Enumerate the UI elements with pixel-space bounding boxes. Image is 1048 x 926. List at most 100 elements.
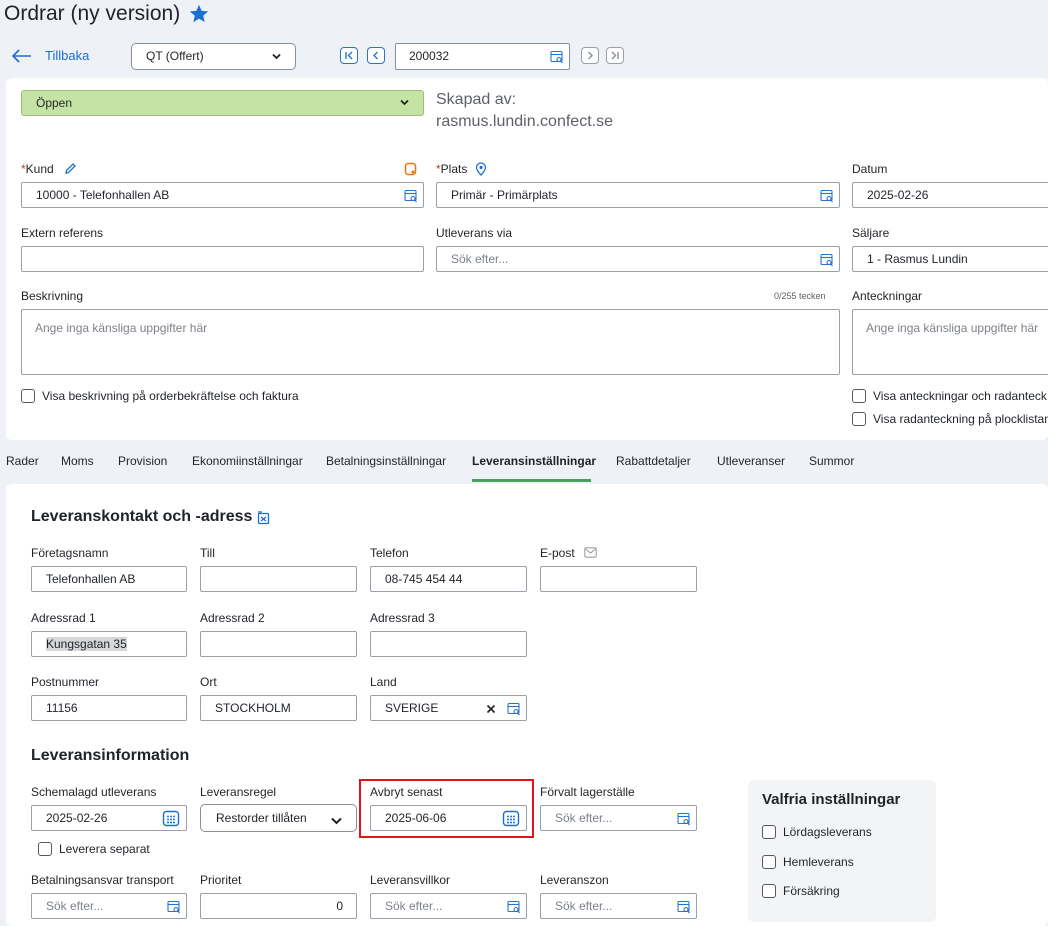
zip-field[interactable]: 11156 (31, 695, 187, 721)
scheduled-label: Schemalagd utleverans (31, 785, 157, 799)
optional-heading: Valfria inställningar (762, 791, 901, 808)
show-description-checkbox[interactable] (21, 389, 35, 403)
delivery-rule-select[interactable]: Restorder tillåten (200, 804, 357, 832)
phone-field[interactable]: 08-745 454 44 (370, 566, 527, 592)
customer-label: *Kund (21, 162, 54, 176)
company-label: Företagsnamn (31, 546, 109, 560)
first-record-button[interactable] (340, 47, 358, 64)
customer-field[interactable]: 10000 - Telefonhallen AB (21, 182, 424, 208)
lookup-icon[interactable] (820, 253, 834, 267)
show-linenote-checkbox[interactable] (852, 412, 866, 426)
to-field[interactable] (200, 566, 357, 592)
chevron-down-icon (400, 99, 409, 106)
transport-label: Betalningsansvar transport (31, 873, 174, 887)
status-value: Öppen (36, 96, 73, 110)
date-field[interactable]: 2025-02-26 (852, 182, 1048, 208)
created-by: Skapad av: rasmus.lundin.confect.se (436, 89, 613, 133)
shipvia-placeholder: Sök efter... (451, 252, 509, 266)
country-label: Land (370, 675, 397, 689)
show-notes-checkbox[interactable] (852, 389, 866, 403)
zone-label: Leveranszon (540, 873, 609, 887)
back-link[interactable]: Tillbaka (45, 48, 89, 63)
addr3-label: Adressrad 3 (370, 611, 435, 625)
chevron-down-icon (272, 53, 281, 60)
notes-textarea[interactable]: Ange inga känsliga uppgifter här (852, 309, 1048, 375)
city-label: Ort (200, 675, 217, 689)
lookup-icon[interactable] (820, 189, 834, 203)
envelope-icon[interactable] (584, 547, 597, 558)
order-type-select[interactable]: QT (Offert) (131, 43, 296, 70)
previous-record-button[interactable] (367, 47, 385, 64)
extref-field[interactable] (21, 246, 424, 272)
email-field[interactable] (540, 566, 697, 592)
site-field[interactable]: Primär - Primärplats (436, 182, 840, 208)
address-lookup-icon[interactable] (257, 511, 271, 525)
calendar-icon[interactable] (502, 809, 520, 827)
notes-label: Anteckningar (852, 289, 923, 303)
tab-betalningsinstallningar[interactable]: Betalningsinställningar (326, 454, 446, 468)
chevron-down-icon (331, 817, 342, 825)
country-field[interactable]: SVERIGE (370, 695, 527, 721)
created-label: Skapad av: (436, 91, 517, 108)
calendar-icon[interactable] (162, 809, 180, 827)
zone-field[interactable]: Sök efter... (540, 893, 697, 919)
lookup-icon[interactable] (550, 50, 564, 64)
tab-provision[interactable]: Provision (118, 454, 167, 468)
status-select[interactable]: Öppen (21, 90, 424, 116)
favorite-star-icon[interactable] (188, 3, 210, 25)
priority-label: Prioritet (200, 873, 242, 887)
addr1-field[interactable]: Kungsgatan 35 (31, 631, 187, 657)
next-record-button[interactable] (581, 47, 599, 64)
phone-label: Telefon (370, 546, 409, 560)
edit-pencil-icon[interactable] (64, 162, 77, 175)
lookup-icon[interactable] (507, 702, 521, 716)
city-field[interactable]: STOCKHOLM (200, 695, 357, 721)
priority-field[interactable]: 0 (200, 893, 357, 919)
tab-rader[interactable]: Rader (6, 454, 39, 468)
zip-value: 11156 (46, 701, 78, 715)
home-delivery-checkbox[interactable] (762, 855, 776, 869)
lookup-icon[interactable] (677, 900, 691, 914)
shipvia-field[interactable]: Sök efter... (436, 246, 840, 272)
phone-value: 08-745 454 44 (385, 572, 463, 586)
priority-value: 0 (336, 899, 343, 913)
last-record-button[interactable] (606, 47, 624, 64)
description-textarea[interactable]: Ange inga känsliga uppgifter här (21, 309, 840, 375)
back-arrow-icon[interactable] (10, 47, 32, 65)
company-field[interactable]: Telefonhallen AB (31, 566, 187, 592)
lookup-icon[interactable] (507, 900, 521, 914)
tab-summor[interactable]: Summor (809, 454, 854, 468)
lookup-icon[interactable] (404, 189, 418, 203)
cancel-date-field[interactable]: 2025-06-06 (370, 805, 527, 831)
tab-moms[interactable]: Moms (61, 454, 94, 468)
scheduled-date-field[interactable]: 2025-02-26 (31, 805, 187, 831)
transport-placeholder: Sök efter... (46, 899, 104, 913)
terms-field[interactable]: Sök efter... (370, 893, 527, 919)
customer-card-icon[interactable] (404, 162, 417, 176)
tab-leveransinstallningar[interactable]: Leveransinställningar (472, 454, 596, 468)
delivery-heading: Leveransinformation (31, 747, 190, 764)
tab-utleveranser[interactable]: Utleveranser (717, 454, 785, 468)
site-label: *Plats (436, 162, 468, 176)
tab-rabattdetaljer[interactable]: Rabattdetaljer (616, 454, 691, 468)
salesperson-field[interactable]: 1 - Rasmus Lundin (852, 246, 1048, 272)
tab-ekonomiinstallningar[interactable]: Ekonomiinställningar (192, 454, 303, 468)
lookup-icon[interactable] (167, 900, 181, 914)
transport-field[interactable]: Sök efter... (31, 893, 187, 919)
created-by-value: rasmus.lundin.confect.se (436, 113, 613, 130)
addr2-field[interactable] (200, 631, 357, 657)
to-label: Till (200, 546, 215, 560)
city-value: STOCKHOLM (215, 701, 291, 715)
order-number-field[interactable]: 200032 (395, 43, 570, 70)
addr3-field[interactable] (370, 631, 527, 657)
saturday-checkbox[interactable] (762, 825, 776, 839)
warehouse-field[interactable]: Sök efter... (540, 805, 697, 831)
clear-icon[interactable] (486, 704, 496, 714)
extref-label: Extern referens (21, 226, 104, 240)
description-label: Beskrivning (21, 289, 84, 303)
rule-label: Leveransregel (200, 785, 277, 799)
deliver-separate-checkbox[interactable] (38, 842, 52, 856)
show-notes-label: Visa anteckningar och radanteck (873, 389, 1047, 403)
insurance-checkbox[interactable] (762, 884, 776, 898)
lookup-icon[interactable] (677, 812, 691, 826)
